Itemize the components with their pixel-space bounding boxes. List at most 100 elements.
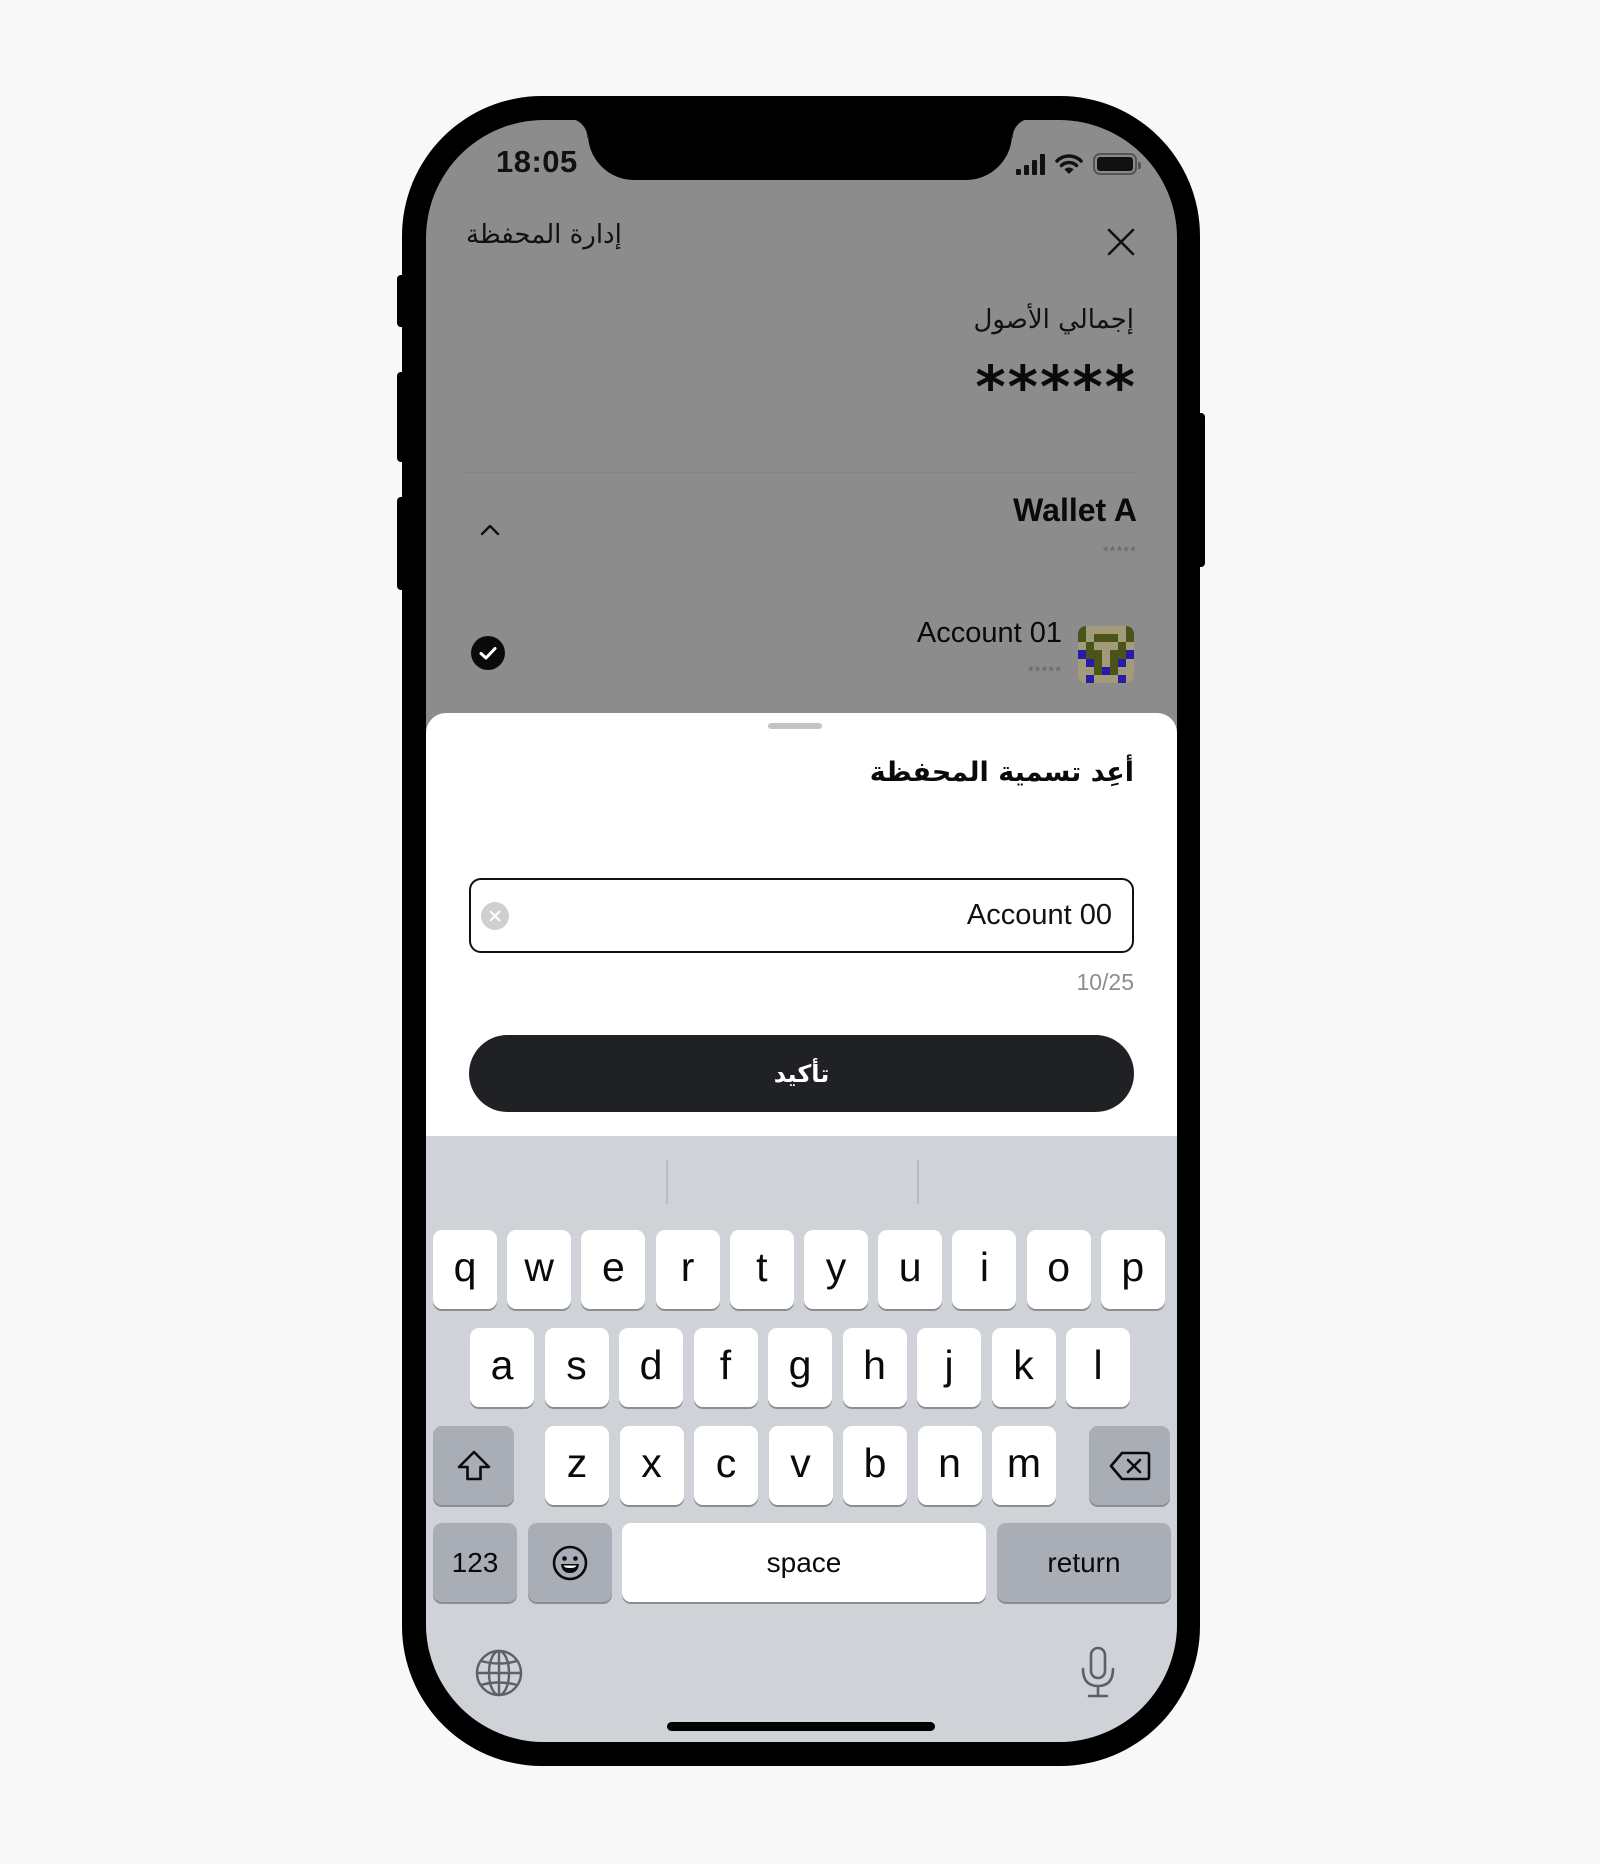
avatar-pixel xyxy=(1110,634,1118,643)
avatar-pixel xyxy=(1118,674,1126,683)
key-y[interactable]: y xyxy=(804,1230,868,1309)
key-a[interactable]: a xyxy=(470,1328,534,1407)
avatar-pixel xyxy=(1102,666,1110,675)
key-label: m xyxy=(1006,1440,1042,1486)
sheet-drag-handle[interactable] xyxy=(768,723,822,729)
key-d[interactable]: d xyxy=(619,1328,683,1407)
avatar-pixel xyxy=(1126,674,1134,683)
avatar-pixel xyxy=(1078,674,1086,683)
avatar-pixel xyxy=(1086,674,1094,683)
avatar-pixel xyxy=(1118,634,1126,643)
total-assets-label: إجمالي الأصول xyxy=(973,305,1134,335)
clear-input-icon[interactable] xyxy=(481,901,509,930)
wallet-name-input[interactable] xyxy=(509,899,1112,932)
cellular-signal-icon xyxy=(1016,153,1045,175)
space-key-label: space xyxy=(766,1546,842,1578)
shift-icon xyxy=(457,1450,490,1480)
sheet-title: أعِد تسمية المحفظة xyxy=(869,757,1134,788)
key-label: t xyxy=(756,1244,768,1290)
dictation-button[interactable] xyxy=(1078,1645,1118,1706)
key-e[interactable]: e xyxy=(581,1230,646,1309)
wallet-balance: ***** xyxy=(1102,543,1137,560)
home-indicator[interactable] xyxy=(667,1722,935,1731)
avatar-pixel xyxy=(1102,642,1110,651)
key-label: o xyxy=(1047,1244,1070,1290)
key-q[interactable]: q xyxy=(433,1230,497,1309)
avatar-pixel xyxy=(1078,658,1086,667)
avatar-pixel xyxy=(1078,666,1086,675)
avatar-pixel xyxy=(1102,634,1110,643)
avatar-pixel xyxy=(1078,634,1086,643)
key-s[interactable]: s xyxy=(544,1328,609,1407)
collapse-wallet-button[interactable] xyxy=(474,518,506,542)
key-t[interactable]: t xyxy=(729,1230,794,1309)
wallet-name[interactable]: Wallet A xyxy=(1013,492,1137,529)
key-v[interactable]: v xyxy=(768,1426,833,1505)
avatar-pixel xyxy=(1110,666,1118,675)
space-key[interactable]: space xyxy=(622,1523,986,1602)
key-f[interactable]: f xyxy=(693,1328,758,1407)
suggestion-divider xyxy=(666,1160,668,1204)
key-o[interactable]: o xyxy=(1026,1230,1091,1309)
key-label: r xyxy=(680,1244,695,1290)
avatar-pixel xyxy=(1110,674,1118,683)
key-i[interactable]: i xyxy=(952,1230,1017,1309)
chevron-up-icon xyxy=(480,524,500,536)
key-p[interactable]: p xyxy=(1100,1230,1165,1309)
emoji-key[interactable] xyxy=(528,1523,612,1602)
confirm-button[interactable]: تأكيد xyxy=(469,1035,1134,1112)
key-label: i xyxy=(979,1244,989,1290)
key-b[interactable]: b xyxy=(843,1426,907,1505)
avatar-pixel xyxy=(1078,626,1086,635)
key-r[interactable]: r xyxy=(655,1230,720,1309)
key-g[interactable]: g xyxy=(768,1328,832,1407)
numbers-key[interactable]: 123 xyxy=(433,1523,517,1602)
notch xyxy=(568,120,1032,180)
avatar-pixel xyxy=(1086,658,1094,667)
account-avatar xyxy=(1078,626,1134,683)
key-x[interactable]: x xyxy=(619,1426,684,1505)
key-label: n xyxy=(938,1440,961,1486)
key-u[interactable]: u xyxy=(878,1230,943,1309)
key-label: y xyxy=(825,1244,847,1290)
delete-key[interactable] xyxy=(1089,1426,1170,1505)
key-k[interactable]: k xyxy=(991,1328,1056,1407)
numbers-key-label: 123 xyxy=(451,1546,499,1578)
wifi-icon xyxy=(1055,154,1083,174)
key-l[interactable]: l xyxy=(1066,1328,1130,1407)
globe-button[interactable] xyxy=(474,1648,524,1703)
key-n[interactable]: n xyxy=(917,1426,982,1505)
avatar-pixel xyxy=(1118,666,1126,675)
avatar-pixel xyxy=(1126,658,1134,667)
key-z[interactable]: z xyxy=(545,1426,609,1505)
key-label: z xyxy=(566,1440,588,1486)
keyboard: qwer t yui op asdfghjkl zxcvbnm 123 space ret… xyxy=(426,1136,1177,1742)
avatar-pixel xyxy=(1126,626,1134,635)
key-m[interactable]: m xyxy=(992,1426,1056,1505)
avatar-pixel xyxy=(1078,642,1086,651)
key-label: s xyxy=(566,1342,587,1388)
key-w[interactable]: w xyxy=(507,1230,572,1309)
shift-key[interactable] xyxy=(433,1426,514,1505)
battery-icon xyxy=(1093,153,1141,175)
avatar-pixel xyxy=(1102,658,1110,667)
avatar-pixel xyxy=(1086,642,1094,651)
avatar-pixel xyxy=(1094,674,1102,683)
avatar-pixel xyxy=(1126,642,1134,651)
avatar-pixel xyxy=(1110,626,1118,635)
avatar-pixel xyxy=(1094,642,1102,651)
key-h[interactable]: h xyxy=(842,1328,907,1407)
key-c[interactable]: c xyxy=(694,1426,758,1505)
avatar-pixel xyxy=(1102,674,1110,683)
avatar-pixel xyxy=(1126,666,1134,675)
wallet-name-field[interactable] xyxy=(469,878,1134,953)
key-label: q xyxy=(453,1244,477,1290)
emoji-icon xyxy=(552,1545,588,1580)
page-title: إدارة المحفظة xyxy=(466,220,622,250)
key-j[interactable]: j xyxy=(917,1328,981,1407)
key-label: j xyxy=(944,1342,954,1388)
divider xyxy=(466,472,1137,473)
return-key[interactable]: return xyxy=(997,1523,1171,1602)
avatar-pixel xyxy=(1118,626,1126,635)
close-button[interactable] xyxy=(1101,222,1141,262)
